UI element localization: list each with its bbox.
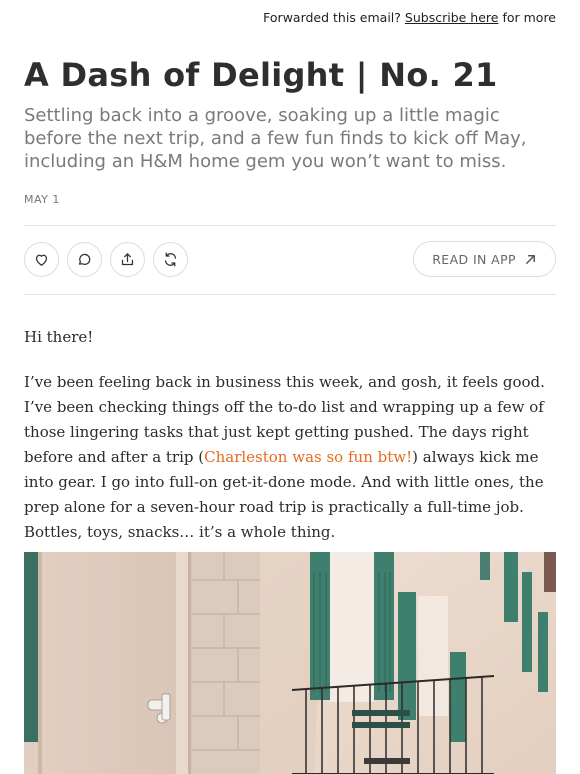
- like-button[interactable]: [24, 242, 59, 277]
- read-in-app-button[interactable]: READ IN APP: [413, 241, 556, 277]
- restack-button[interactable]: [153, 242, 188, 277]
- intro-paragraph: I’ve been feeling back in business this …: [24, 370, 556, 545]
- divider-bottom: [24, 294, 556, 295]
- divider-top: [24, 225, 556, 226]
- post-date: MAY 1: [24, 193, 60, 206]
- post-actions: [24, 242, 188, 277]
- arrow-up-right-icon: [526, 254, 535, 264]
- post-title: A Dash of Delight | No. 21: [24, 56, 498, 94]
- heart-icon: [35, 254, 48, 266]
- subscribe-link[interactable]: Subscribe here: [405, 10, 499, 25]
- greeting: Hi there!: [24, 328, 94, 346]
- forwarded-text: Forwarded this email?: [263, 10, 401, 25]
- building-photo-image: [24, 552, 556, 774]
- charleston-link[interactable]: Charleston was so fun btw!: [204, 448, 412, 466]
- share-button[interactable]: [110, 242, 145, 277]
- restack-icon: [164, 252, 177, 267]
- comment-icon: [78, 253, 91, 265]
- forward-banner: Forwarded this email? Subscribe here for…: [263, 10, 556, 25]
- read-in-app-label: READ IN APP: [432, 251, 516, 267]
- post-subtitle: Settling back into a groove, soaking up …: [24, 105, 527, 172]
- share-icon: [121, 253, 134, 266]
- building-photo: [24, 552, 556, 774]
- forward-suffix: for more: [502, 10, 556, 25]
- comment-button[interactable]: [67, 242, 102, 277]
